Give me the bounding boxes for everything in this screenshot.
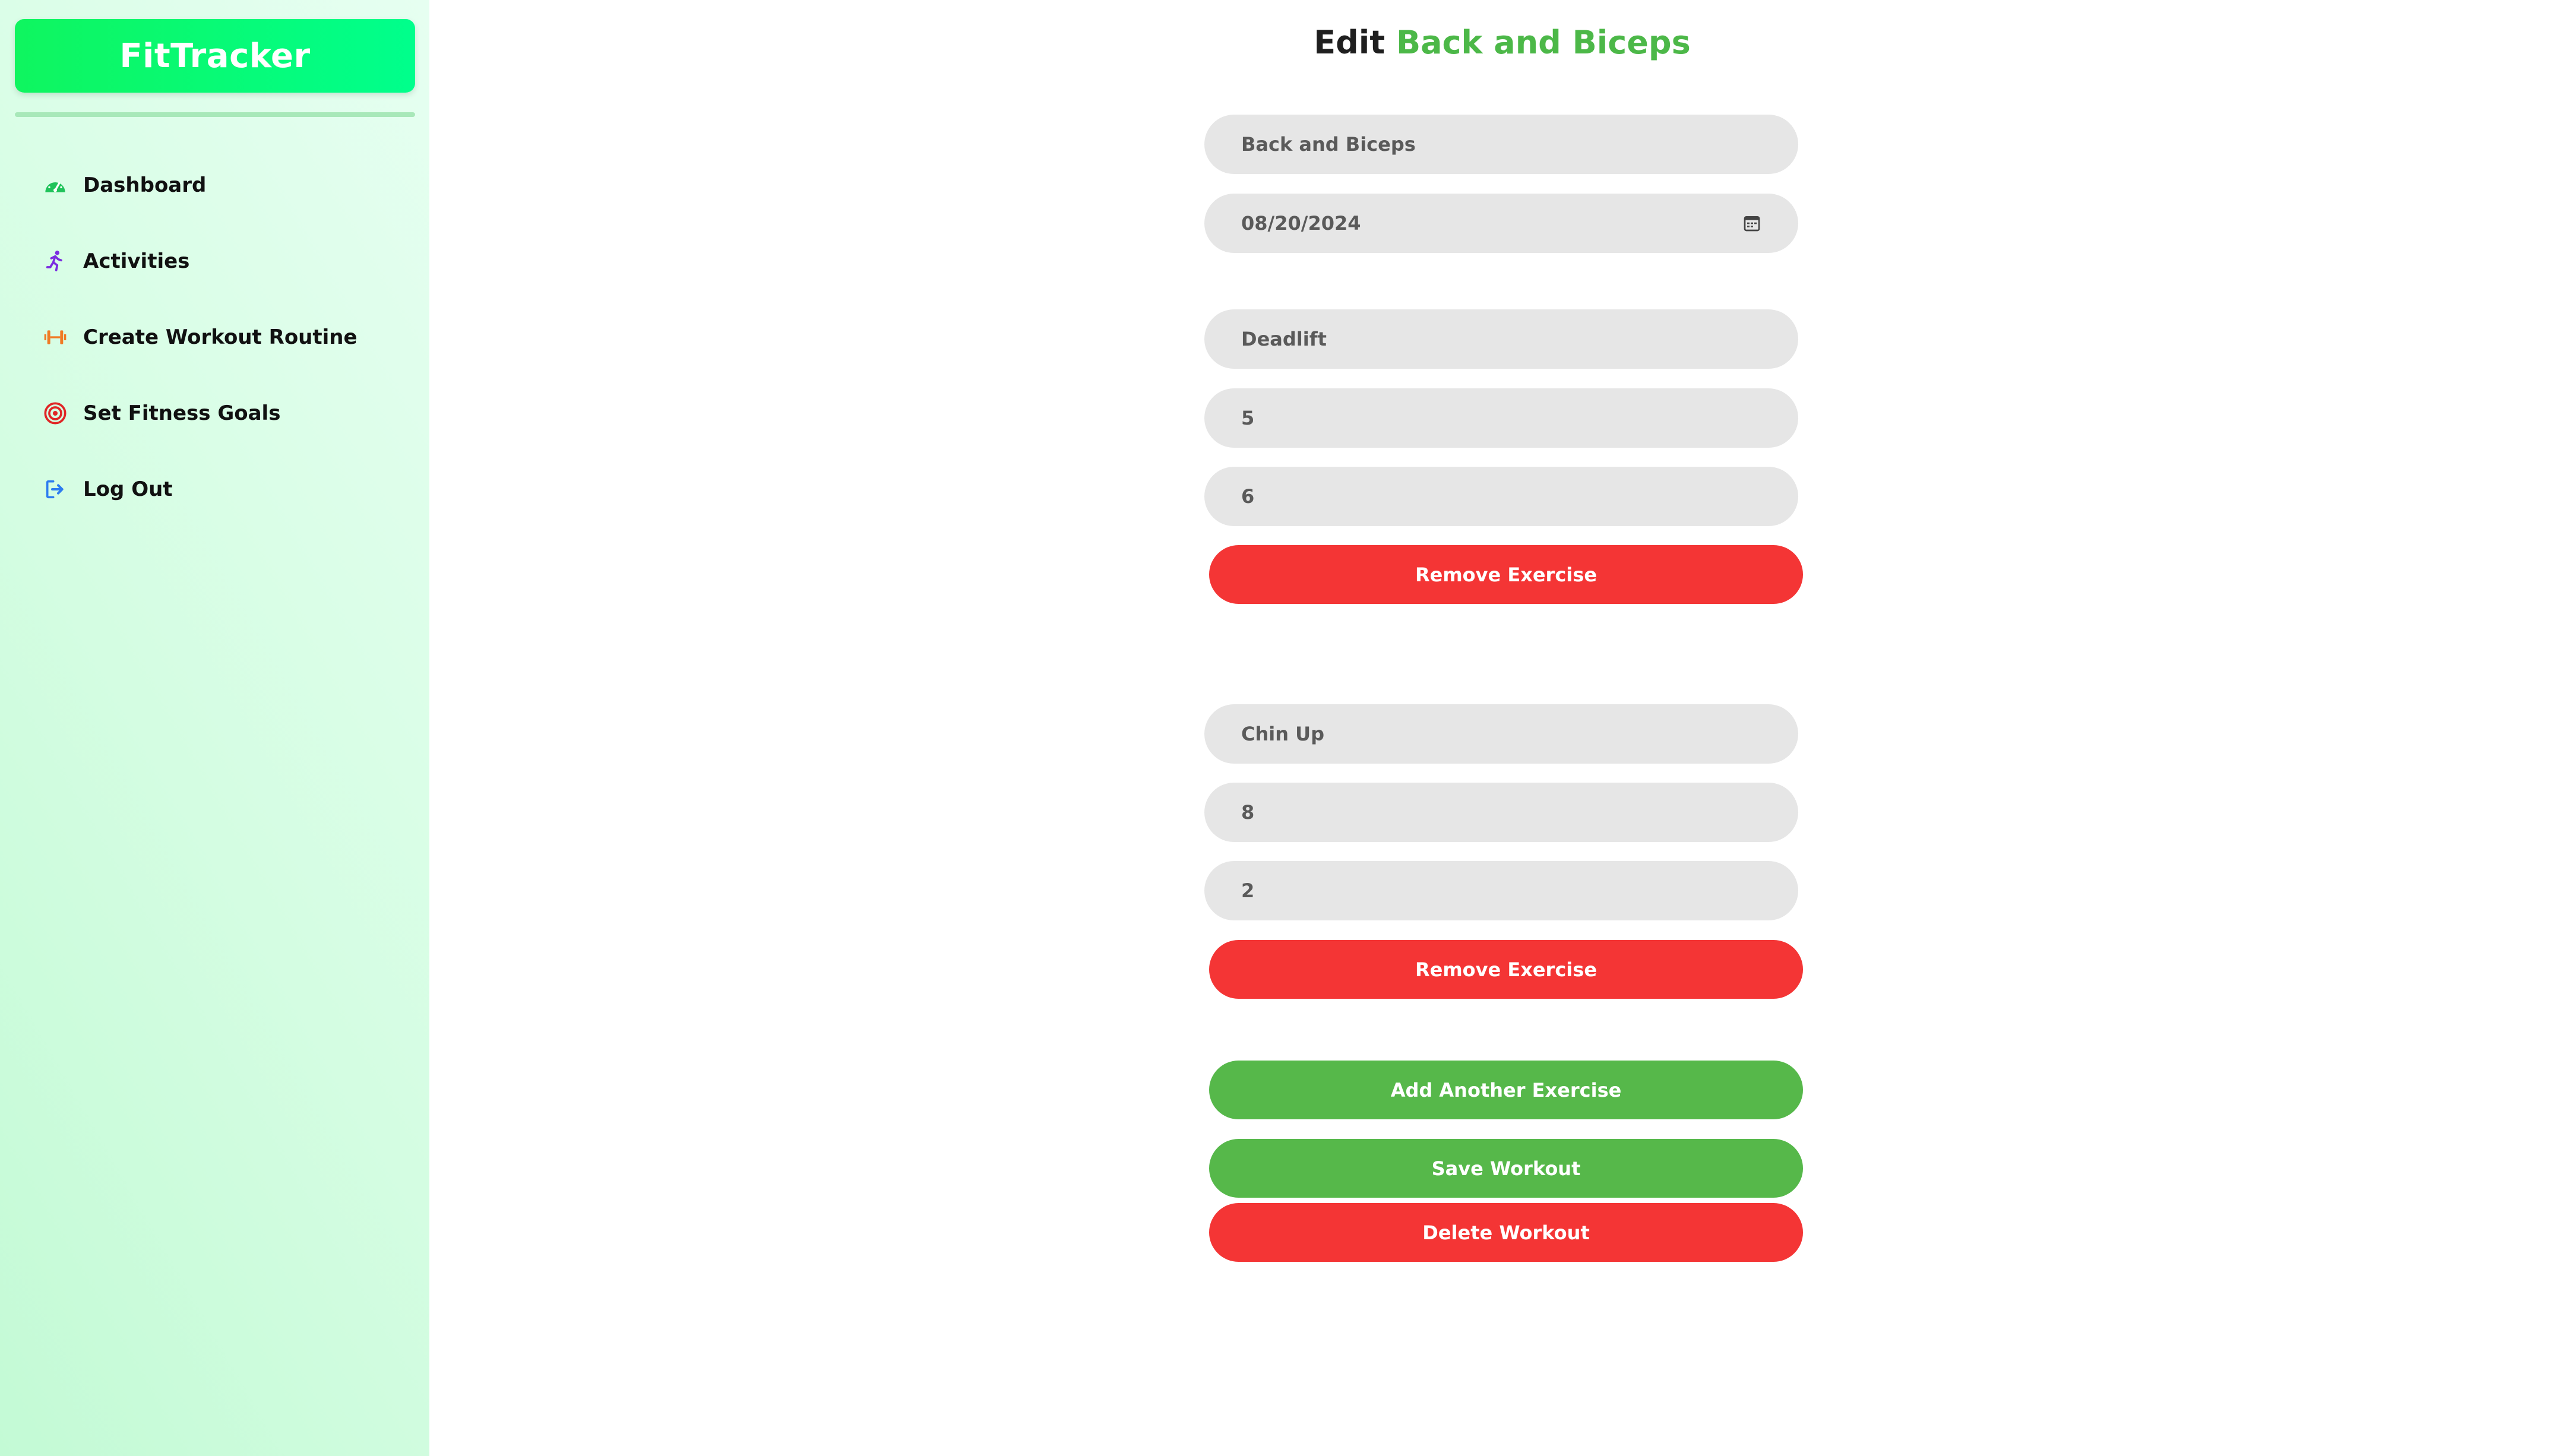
add-exercise-button[interactable]: Add Another Exercise (1209, 1061, 1803, 1119)
exercise-name-field[interactable] (1204, 309, 1798, 369)
sidebar-item-label: Log Out (83, 477, 173, 501)
exercise-sets-input[interactable] (1241, 801, 1728, 824)
sidebar-nav: Dashboard Activities Create Workout Rout… (0, 147, 429, 527)
exercise-name-input[interactable] (1241, 328, 1728, 350)
sidebar-item-label: Set Fitness Goals (83, 401, 281, 425)
main-content: Edit Back and Biceps Remove Exercise (429, 0, 2575, 1456)
sidebar-item-label: Create Workout Routine (83, 325, 358, 349)
sidebar: FitTracker Dashboard Activities Create W… (0, 0, 429, 1456)
sidebar-item-log-out[interactable]: Log Out (0, 451, 429, 527)
page-title-prefix: Edit (1314, 24, 1385, 61)
remove-exercise-button[interactable]: Remove Exercise (1209, 545, 1803, 604)
calendar-icon[interactable] (1742, 214, 1761, 233)
logout-icon (43, 477, 67, 501)
remove-exercise-button[interactable]: Remove Exercise (1209, 940, 1803, 999)
sidebar-item-dashboard[interactable]: Dashboard (0, 147, 429, 223)
sidebar-item-activities[interactable]: Activities (0, 223, 429, 299)
target-icon (43, 401, 67, 425)
sidebar-item-create-workout-routine[interactable]: Create Workout Routine (0, 299, 429, 375)
exercise-reps-input[interactable] (1241, 879, 1728, 902)
exercise-reps-input[interactable] (1241, 485, 1728, 508)
workout-date-input[interactable] (1241, 212, 1728, 235)
sidebar-divider (15, 112, 415, 117)
exercise-sets-field[interactable] (1204, 388, 1798, 448)
sidebar-item-set-fitness-goals[interactable]: Set Fitness Goals (0, 375, 429, 451)
exercise-reps-field[interactable] (1204, 861, 1798, 920)
speedometer-icon (43, 173, 67, 197)
app-root: FitTracker Dashboard Activities Create W… (0, 0, 2575, 1456)
workout-name-input[interactable] (1241, 133, 1728, 156)
exercise-sets-input[interactable] (1241, 407, 1728, 429)
workout-date-field[interactable] (1204, 194, 1798, 253)
brand-title: FitTracker (119, 36, 311, 75)
save-workout-button[interactable]: Save Workout (1209, 1139, 1803, 1198)
dumbbell-icon (43, 325, 67, 349)
exercise-name-field[interactable] (1204, 704, 1798, 764)
running-icon (43, 249, 67, 273)
brand-logo[interactable]: FitTracker (15, 19, 415, 93)
page-title-workout-name: Back and Biceps (1396, 24, 1691, 61)
delete-workout-button[interactable]: Delete Workout (1209, 1203, 1803, 1262)
exercise-reps-field[interactable] (1204, 467, 1798, 526)
exercise-sets-field[interactable] (1204, 783, 1798, 842)
sidebar-item-label: Activities (83, 249, 190, 273)
sidebar-item-label: Dashboard (83, 173, 207, 197)
page-title: Edit Back and Biceps (429, 24, 2575, 61)
workout-name-field[interactable] (1204, 115, 1798, 174)
exercise-name-input[interactable] (1241, 723, 1728, 745)
